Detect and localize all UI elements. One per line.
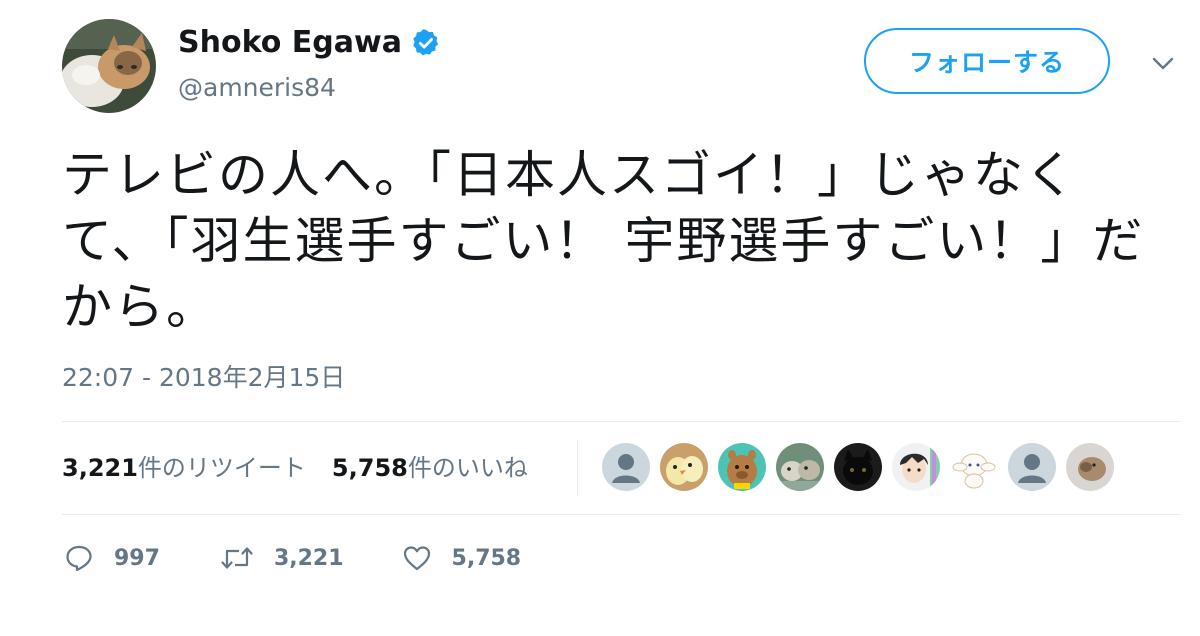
follow-button[interactable]: フォローする [864, 28, 1110, 94]
retweet-count: 3,221 [273, 545, 344, 571]
tweet-text: テレビの人へ。「日本人スゴイ！」じゃなくて、「羽生選手すごい！ 宇野選手すごい！… [62, 146, 1145, 336]
tweet-card: Shoko Egawa @amneris84 フォローする テレビの人へ。「日本… [0, 0, 1200, 636]
hamster-photo-icon [776, 443, 824, 491]
liker-avatar-4[interactable] [776, 443, 824, 491]
divider-bottom [62, 514, 1180, 515]
like-stat-label: 件のいいね [407, 454, 528, 482]
default-profile-icon [1008, 443, 1056, 491]
verified-badge-icon [413, 29, 439, 56]
like-button[interactable]: 5,758 [402, 543, 522, 573]
liker-avatar-1[interactable] [602, 443, 650, 491]
retweet-stat-label: 件のリツイート [137, 454, 306, 482]
liker-avatar-5[interactable] [834, 443, 882, 491]
reply-button[interactable]: 997 [64, 543, 160, 573]
user-handle[interactable]: @amneris84 [178, 72, 336, 104]
liker-avatar-3[interactable] [718, 443, 766, 491]
cat-avatar-photo [62, 19, 156, 113]
divider-top [62, 421, 1180, 422]
anime-character-icon [892, 443, 940, 491]
display-name-row[interactable]: Shoko Egawa [178, 24, 441, 62]
user-avatar[interactable] [62, 19, 156, 113]
liker-avatar-7[interactable] [950, 443, 998, 491]
like-count: 5,758 [451, 545, 522, 571]
cinnamoroll-icon [950, 443, 998, 491]
retweet-stat[interactable]: 3,221件のリツイート [62, 448, 306, 488]
liker-avatar-9[interactable] [1066, 443, 1114, 491]
stats-vertical-divider [577, 440, 578, 496]
liker-avatar-2[interactable] [660, 443, 708, 491]
tweet-timestamp[interactable]: 22:07 - 2018年2月15日 [62, 362, 345, 394]
retweet-button[interactable]: 3,221 [220, 543, 344, 573]
bird-photo-icon [660, 443, 708, 491]
liker-avatar-8[interactable] [1008, 443, 1056, 491]
reply-count: 997 [114, 545, 160, 571]
animal-photo-icon [1066, 443, 1114, 491]
action-bar: 997 3,221 5,758 [64, 538, 521, 578]
like-stat[interactable]: 5,758件のいいね [332, 448, 528, 488]
liker-avatar-6[interactable] [892, 443, 940, 491]
heart-icon [403, 546, 430, 571]
retweet-icon [221, 547, 253, 569]
retweet-stat-count: 3,221 [62, 454, 138, 482]
reply-icon [66, 545, 92, 572]
like-stat-count: 5,758 [331, 454, 408, 482]
chevron-down-icon[interactable] [1150, 50, 1176, 76]
default-profile-icon [602, 443, 650, 491]
black-cat-photo-icon [834, 443, 882, 491]
tweet-stats: 3,221件のリツイート 5,758件のいいね [62, 448, 554, 488]
display-name[interactable]: Shoko Egawa [178, 24, 402, 62]
capybara-icon [718, 443, 766, 491]
liker-avatars [602, 443, 1124, 491]
